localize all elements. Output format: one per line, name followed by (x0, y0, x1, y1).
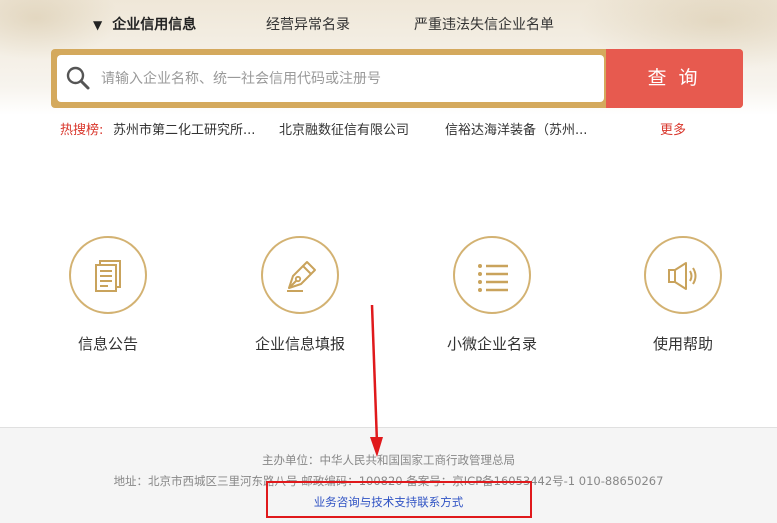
entry-info-notice[interactable]: 信息公告 (28, 236, 188, 356)
hot-search-item[interactable]: 北京融数征信有限公司 (279, 119, 409, 138)
tab-blacklist[interactable]: 严重违法失信企业名单 (414, 14, 554, 34)
more-link[interactable]: 更多 (660, 119, 686, 138)
pen-nib-icon (287, 261, 316, 292)
entry-circle (261, 236, 339, 314)
entry-label: 使用帮助 (652, 335, 713, 353)
entry-circle (644, 236, 722, 314)
tab-abnormal-list[interactable]: 经营异常名录 (266, 14, 350, 34)
annotation-arrow-icon (370, 305, 383, 457)
magnifier-icon (66, 66, 90, 90)
entry-label: 信息公告 (77, 335, 138, 353)
tab-enterprise-credit[interactable]: ▼ 企业信用信息 (93, 14, 196, 34)
list-icon (478, 264, 508, 292)
annotation-highlight-box (266, 481, 532, 518)
search-box (57, 55, 604, 102)
megaphone-icon (668, 262, 697, 290)
entry-circle (453, 236, 531, 314)
hot-search-item[interactable]: 苏州市第二化工研究所... (113, 119, 255, 138)
caret-down-icon: ▼ (93, 18, 103, 32)
tab-label: 企业信用信息 (112, 17, 197, 33)
hot-search-bar: 热搜榜: 苏州市第二化工研究所... 北京融数征信有限公司 信裕达海洋装备（苏州… (60, 119, 760, 139)
hot-search-item[interactable]: 信裕达海洋装备（苏州... (445, 119, 587, 138)
entry-enterprise-report[interactable]: 企业信息填报 (220, 236, 380, 356)
top-nav: ▼ 企业信用信息 经营异常名录 严重违法失信企业名单 (0, 14, 777, 36)
entry-label: 企业信息填报 (254, 335, 345, 353)
document-icon (95, 260, 121, 292)
entry-help[interactable]: 使用帮助 (603, 236, 763, 356)
search-input[interactable] (101, 63, 596, 94)
entry-label: 小微企业名录 (446, 335, 537, 353)
hot-search-label: 热搜榜: (60, 123, 104, 138)
search-bar: 查询 (51, 49, 743, 108)
search-button[interactable]: 查询 (606, 49, 743, 108)
entry-circle (69, 236, 147, 314)
entry-micro-enterprise-list[interactable]: 小微企业名录 (412, 236, 572, 356)
